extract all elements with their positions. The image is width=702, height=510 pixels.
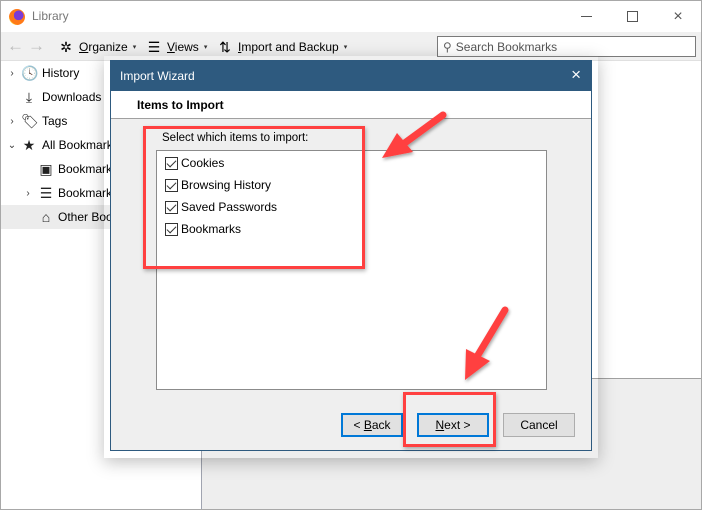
checkbox-label: Saved Passwords: [181, 200, 278, 214]
browsing-history-checkbox-row[interactable]: Browsing History: [165, 178, 271, 192]
chevron-down-icon: ▾: [203, 44, 208, 51]
checkbox-label: Bookmarks: [181, 222, 242, 236]
saved-passwords-checkbox-row[interactable]: Saved Passwords: [165, 200, 277, 214]
bookmarks-toolbar-icon: ▣: [39, 160, 53, 177]
browsing-history-checkbox[interactable]: [165, 178, 178, 192]
expand-twisty-icon[interactable]: ›: [7, 68, 17, 79]
cancel-button[interactable]: Cancel: [503, 413, 575, 437]
import-backup-menu-button[interactable]: ⇅ Import and Backup ▾: [217, 38, 347, 56]
minimize-icon: [580, 16, 592, 17]
organize-menu-button[interactable]: ✲ Organize ▾: [58, 38, 136, 56]
import-backup-label: Import and Backup: [238, 40, 339, 54]
expand-twisty-icon[interactable]: ›: [7, 116, 17, 127]
import-export-icon: ⇅: [219, 39, 231, 55]
sidebar-item-label: Downloads: [42, 90, 102, 104]
collapse-twisty-icon[interactable]: ⌄: [7, 140, 17, 151]
window-title: Library: [32, 9, 69, 23]
cookies-checkbox-row[interactable]: Cookies: [165, 156, 224, 170]
sidebar-item-label: Tags: [42, 114, 68, 128]
search-input[interactable]: [455, 39, 676, 54]
checkbox-label: Cookies: [181, 156, 225, 170]
back-arrow-icon[interactable]: ←: [7, 37, 24, 54]
dialog-title-bar: Import Wizard ×: [111, 61, 591, 91]
tag-icon: 🏷: [21, 112, 39, 129]
chevron-down-icon: ▾: [343, 44, 348, 51]
search-icon: ⚲: [443, 39, 452, 54]
forward-arrow-icon[interactable]: →: [28, 37, 45, 54]
star-icon: ★: [22, 136, 36, 153]
download-icon: ⤓: [25, 88, 33, 105]
close-button[interactable]: ×: [655, 1, 701, 32]
history-icon: 🕓: [21, 64, 39, 81]
chevron-down-icon: ▾: [132, 44, 137, 51]
page-title: Items to Import: [137, 98, 224, 112]
dialog-title: Import Wizard: [120, 69, 195, 83]
firefox-logo-icon: [9, 9, 25, 25]
saved-passwords-checkbox[interactable]: [165, 200, 178, 214]
import-items-list: Cookies Browsing History Saved Passwords…: [156, 150, 547, 390]
maximize-button[interactable]: [609, 1, 655, 32]
list-view-icon: ☰: [147, 39, 161, 55]
bookmarks-checkbox-row[interactable]: Bookmarks: [165, 222, 241, 236]
title-bar: Library ×: [1, 1, 701, 32]
views-menu-button[interactable]: ☰ Views ▾: [146, 38, 208, 56]
minimize-button[interactable]: [563, 1, 609, 32]
import-wizard-dialog: Import Wizard × Items to Import Select w…: [110, 60, 592, 451]
next-button[interactable]: Next >: [417, 413, 489, 437]
bookmarks-menu-icon: ☰: [39, 184, 53, 201]
close-icon: ×: [673, 7, 683, 25]
organize-label: Organize: [79, 40, 128, 54]
gear-icon: ✲: [60, 39, 72, 55]
bookmarks-checkbox[interactable]: [165, 222, 178, 236]
maximize-icon: [626, 11, 638, 22]
dialog-header: Items to Import: [111, 91, 591, 119]
views-label: Views: [167, 40, 199, 54]
other-bookmarks-icon: ⌂: [41, 209, 51, 225]
back-button[interactable]: < Back: [341, 413, 403, 437]
select-items-label: Select which items to import:: [162, 132, 309, 144]
sidebar-item-label: History: [42, 66, 80, 80]
search-box[interactable]: ⚲: [437, 36, 696, 57]
checkbox-label: Browsing History: [181, 178, 272, 192]
expand-twisty-icon[interactable]: ›: [23, 188, 33, 199]
cookies-checkbox[interactable]: [165, 156, 178, 170]
close-icon[interactable]: ×: [571, 66, 581, 83]
